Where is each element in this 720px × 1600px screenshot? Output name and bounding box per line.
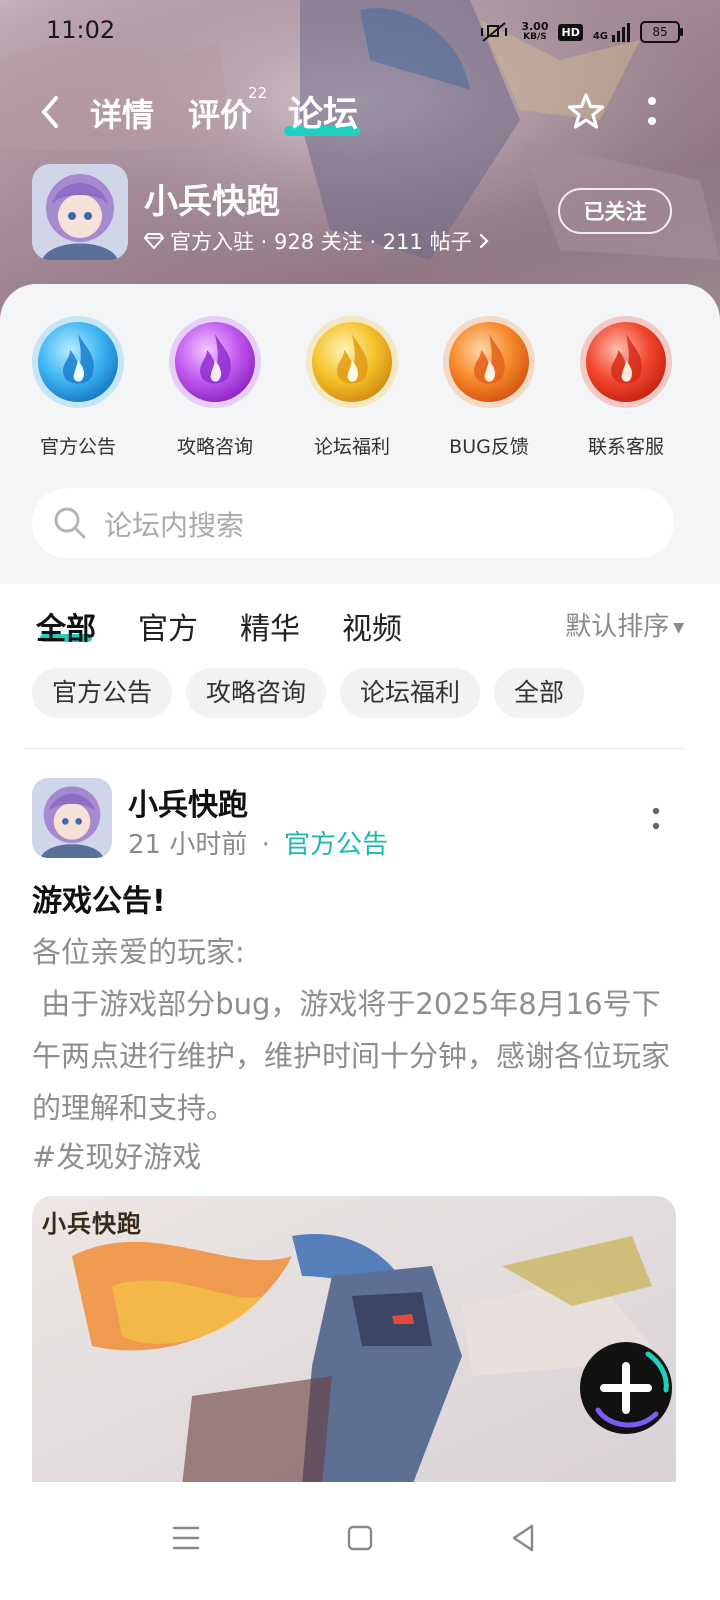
- network-speed: 3.00 KB/S: [521, 21, 548, 43]
- favorite-star-icon[interactable]: [564, 90, 608, 134]
- chip-official-announcement[interactable]: 官方公告: [32, 668, 173, 718]
- post-more-icon[interactable]: [646, 804, 666, 834]
- status-time: 11:02: [46, 16, 116, 44]
- follow-button[interactable]: 已关注: [558, 188, 672, 234]
- flame-orb-icon: [169, 316, 261, 408]
- flame-orb-icon: [32, 316, 124, 408]
- entry-label: 联系客服: [587, 436, 664, 458]
- review-count-badge: 22: [248, 84, 268, 102]
- meta-separator: ·: [261, 830, 270, 860]
- filter-tab-featured[interactable]: 精华: [240, 604, 300, 648]
- post-category[interactable]: 官方公告: [284, 830, 388, 860]
- entry-official-announcement[interactable]: 官方公告: [18, 314, 138, 459]
- entry-forum-benefits[interactable]: 论坛福利: [292, 314, 412, 459]
- home-icon[interactable]: [340, 1518, 380, 1558]
- more-options-icon[interactable]: [640, 92, 664, 132]
- post-body-line: 由于游戏部分bug，游戏将于2025年8月16号下午两点进行维护，维护时间十分钟…: [32, 987, 671, 1125]
- cellular-signal-icon: 4G: [592, 22, 630, 42]
- author-avatar[interactable]: [32, 778, 112, 858]
- system-navigation-bar: [0, 1482, 720, 1600]
- post-body: 各位亲爱的玩家: 由于游戏部分bug，游戏将于2025年8月16号下午两点进行维…: [32, 926, 682, 1134]
- entry-label: 官方公告: [39, 436, 116, 458]
- game-meta-text: 官方入驻 · 928 关注 · 211 帖子: [170, 230, 472, 254]
- post-time: 21 小时前: [128, 830, 248, 860]
- forum-header: 11:02 3.00 KB/S HD 4G 85 详情 评价 22 论坛 小兵快…: [0, 0, 720, 330]
- network-speed-unit: KB/S: [523, 32, 547, 42]
- sort-dropdown[interactable]: 默认排序 ▼: [565, 606, 684, 643]
- tab-reviews[interactable]: 评价: [188, 90, 252, 136]
- game-info: 小兵快跑 官方入驻 · 928 关注 · 211 帖子 已关注: [0, 164, 720, 264]
- post-hashtag[interactable]: #发现好游戏: [32, 1134, 201, 1176]
- flame-orb-icon: [580, 316, 672, 408]
- hd-badge: HD: [558, 23, 583, 41]
- battery-icon: 85: [640, 21, 683, 43]
- search-input[interactable]: 论坛内搜索: [104, 504, 244, 544]
- caret-down-icon: ▼: [673, 619, 684, 636]
- status-icons: 3.00 KB/S HD 4G 85: [479, 18, 683, 46]
- entry-contact-support[interactable]: 联系客服: [566, 314, 686, 459]
- network-type: 4G: [592, 30, 608, 42]
- status-bar: 11:02 3.00 KB/S HD 4G 85: [0, 0, 720, 64]
- tab-details[interactable]: 详情: [90, 90, 154, 136]
- flame-orb-icon: [306, 316, 398, 408]
- chip-forum-benefits[interactable]: 论坛福利: [340, 668, 481, 718]
- search-icon: [54, 507, 86, 539]
- create-post-plus-icon[interactable]: [578, 1340, 674, 1436]
- post-image-logo: 小兵快跑: [42, 1209, 142, 1238]
- chip-strategy-consult[interactable]: 攻略咨询: [186, 668, 327, 718]
- entry-label: 攻略咨询: [176, 436, 253, 458]
- game-name: 小兵快跑: [144, 182, 280, 222]
- divider: [24, 748, 686, 749]
- filter-tab-all[interactable]: 全部: [36, 604, 96, 648]
- menu-icon[interactable]: [166, 1518, 206, 1558]
- network-speed-value: 3.00: [521, 20, 549, 33]
- diamond-icon: [144, 233, 164, 249]
- post-title: 游戏公告!: [32, 884, 166, 919]
- chevron-right-icon: [479, 233, 489, 249]
- post-meta: 21 小时前 · 官方公告: [128, 824, 388, 861]
- filter-tab-official[interactable]: 官方: [138, 604, 198, 648]
- post-author[interactable]: 小兵快跑: [128, 780, 248, 824]
- game-meta[interactable]: 官方入驻 · 928 关注 · 211 帖子: [144, 226, 490, 256]
- tab-forum[interactable]: 论坛: [288, 86, 358, 137]
- quick-entries-panel: 官方公告 攻略咨询 论坛福利 BUG反馈 联系客服 论坛内搜索: [0, 284, 720, 584]
- flame-orb-icon: [443, 316, 535, 408]
- post-body-line: 各位亲爱的玩家:: [32, 935, 245, 969]
- entry-bug-report[interactable]: BUG反馈: [429, 314, 549, 459]
- forum-search-bar[interactable]: 论坛内搜索: [32, 488, 674, 558]
- filter-tab-video[interactable]: 视频: [342, 604, 402, 648]
- top-navigation: 详情 评价 22 论坛: [0, 80, 720, 144]
- game-avatar[interactable]: [32, 164, 128, 260]
- post-filters: 全部 官方 精华 视频 默认排序 ▼ 官方公告 攻略咨询 论坛福利 全部: [0, 584, 720, 754]
- app-screen: 11:02 3.00 KB/S HD 4G 85 详情 评价 22 论坛 小兵快…: [0, 0, 720, 1600]
- entry-label: 论坛福利: [313, 436, 390, 458]
- sort-label: 默认排序: [565, 612, 670, 642]
- mute-vibrate-icon: [481, 22, 508, 42]
- back-triangle-icon[interactable]: [504, 1518, 544, 1558]
- chip-all[interactable]: 全部: [494, 668, 585, 718]
- category-chips: 官方公告 攻略咨询 论坛福利 全部: [32, 668, 585, 718]
- entry-label: BUG反馈: [449, 436, 529, 458]
- entry-strategy-consult[interactable]: 攻略咨询: [155, 314, 275, 459]
- back-arrow-icon[interactable]: [36, 94, 68, 130]
